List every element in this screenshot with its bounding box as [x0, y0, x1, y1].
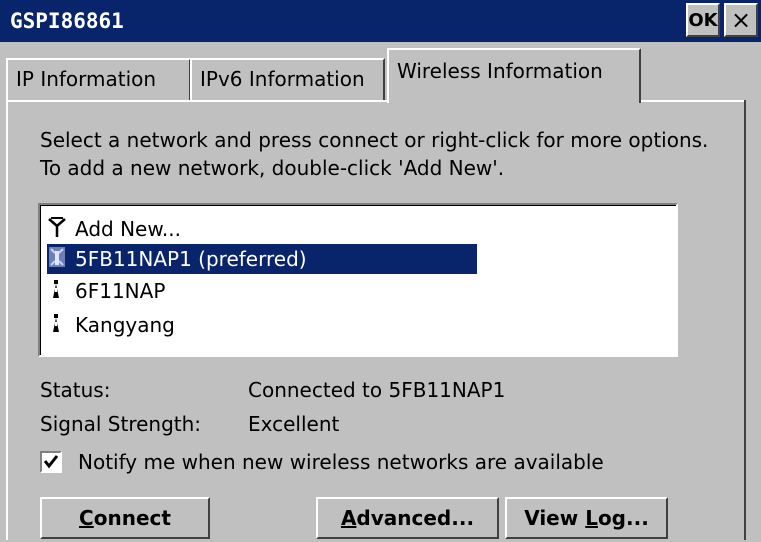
signal-strength-value: Excellent [248, 412, 340, 436]
access-point-icon [47, 278, 69, 305]
connect-label: onnect [93, 506, 171, 530]
panel-edge [744, 100, 746, 540]
list-item-label: Add New... [75, 217, 181, 241]
connect-mnemonic: C [79, 506, 94, 530]
advanced-button[interactable]: Advanced... [316, 497, 499, 539]
notify-checkbox[interactable] [40, 451, 62, 473]
advanced-mnemonic: A [340, 506, 357, 530]
tab-ip-information[interactable]: IP Information [6, 58, 191, 100]
list-item-label: Kangyang [75, 313, 175, 337]
view-log-button[interactable]: View Log... [505, 497, 668, 539]
view-log-mnemonic: L [585, 506, 598, 530]
view-log-label: og... [597, 506, 649, 530]
access-point-icon [47, 312, 69, 339]
status-label: Status: [40, 378, 111, 402]
signal-strength-label: Signal Strength: [40, 412, 202, 436]
advanced-label: dvanced... [356, 506, 475, 530]
close-button[interactable]: × [724, 3, 758, 37]
list-item-selected[interactable]: 5FB11NAP1 (preferred) [47, 244, 477, 274]
connect-button[interactable]: Connect [40, 497, 210, 539]
list-item-label: 6F11NAP [75, 279, 166, 303]
checkmark-icon [43, 455, 59, 469]
list-item-label: 5FB11NAP1 (preferred) [75, 247, 307, 271]
status-value: Connected to 5FB11NAP1 [248, 378, 506, 402]
list-item[interactable]: Kangyang [47, 310, 175, 340]
ok-button[interactable]: OK [686, 3, 720, 37]
list-item[interactable]: 6F11NAP [47, 276, 165, 306]
antenna-icon [47, 216, 69, 243]
title-bar: GSPI86861 OK × [0, 0, 761, 42]
network-list[interactable]: Add New... 5FB11NAP1 (preferred) 6F11NAP… [38, 203, 678, 357]
window-title: GSPI86861 [10, 9, 124, 33]
notify-label: Notify me when new wireless networks are… [78, 450, 604, 474]
list-item[interactable]: Add New... [47, 214, 181, 244]
instructions-text: Select a network and press connect or ri… [40, 128, 709, 180]
wireless-connected-icon [47, 245, 69, 274]
tab-ipv6-information[interactable]: IPv6 Information [190, 58, 385, 100]
tab-wireless-information[interactable]: Wireless Information [387, 48, 641, 103]
view-log-prefix: View [524, 506, 586, 530]
